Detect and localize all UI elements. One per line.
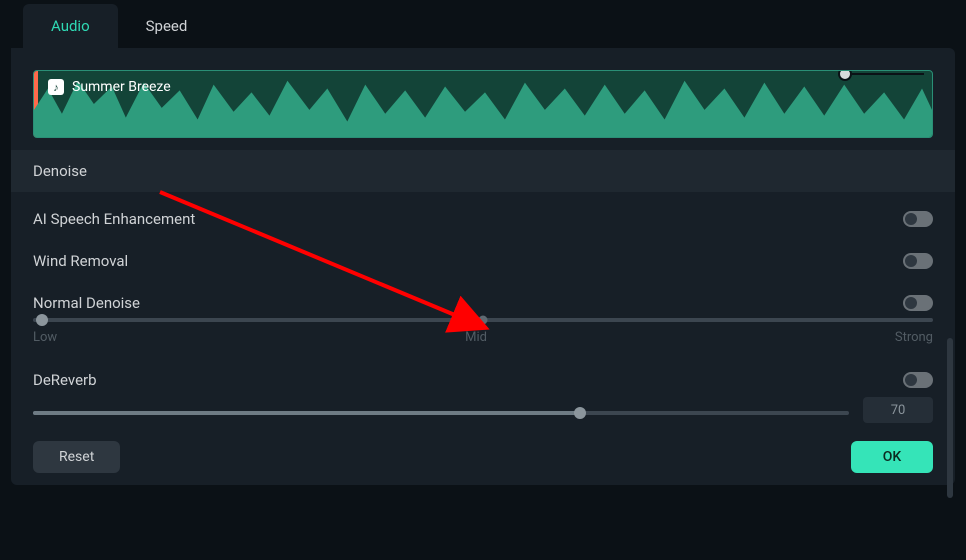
dereverb-value[interactable]: 70 (863, 397, 933, 423)
label-dereverb: DeReverb (33, 371, 97, 389)
row-dereverb: DeReverb (33, 349, 933, 389)
slider-label-strong: Strong (895, 330, 933, 345)
row-ai-speech: AI Speech Enhancement (33, 192, 933, 234)
clip-title: Summer Breeze (72, 79, 171, 95)
slider-labels: Low Mid Strong (33, 330, 933, 345)
slider-label-mid: Mid (465, 330, 487, 345)
label-wind-removal: Wind Removal (33, 252, 128, 270)
toggle-dereverb[interactable] (903, 372, 933, 388)
slider-normal-denoise[interactable]: Low Mid Strong (33, 312, 933, 349)
tab-audio[interactable]: Audio (23, 4, 118, 48)
label-normal-denoise: Normal Denoise (33, 294, 140, 312)
toggle-normal-denoise[interactable] (903, 295, 933, 311)
row-wind-removal: Wind Removal (33, 234, 933, 276)
playhead[interactable] (838, 70, 852, 81)
footer: Reset OK (11, 423, 955, 473)
toggle-ai-speech[interactable] (903, 211, 933, 227)
slider-dereverb[interactable] (33, 405, 849, 415)
slider-label-low: Low (33, 330, 57, 345)
denoise-controls: AI Speech Enhancement Wind Removal Norma… (11, 192, 955, 423)
scrollbar[interactable] (947, 338, 953, 498)
label-ai-speech: AI Speech Enhancement (33, 210, 195, 228)
toggle-wind-removal[interactable] (903, 253, 933, 269)
music-icon: ♪ (48, 79, 64, 95)
reset-button[interactable]: Reset (33, 441, 120, 473)
tab-speed[interactable]: Speed (118, 4, 216, 48)
section-denoise-header: Denoise (11, 150, 955, 192)
row-normal-denoise: Normal Denoise (33, 276, 933, 312)
tab-bar: Audio Speed (11, 0, 955, 48)
ok-button[interactable]: OK (851, 441, 933, 473)
clip-title-wrap: ♪ Summer Breeze (48, 79, 171, 95)
audio-clip[interactable]: ♪ Summer Breeze (33, 70, 933, 138)
audio-panel: ♪ Summer Breeze Denoise AI Speech Enhanc… (11, 48, 955, 485)
slider-dereverb-row: 70 (33, 397, 933, 423)
